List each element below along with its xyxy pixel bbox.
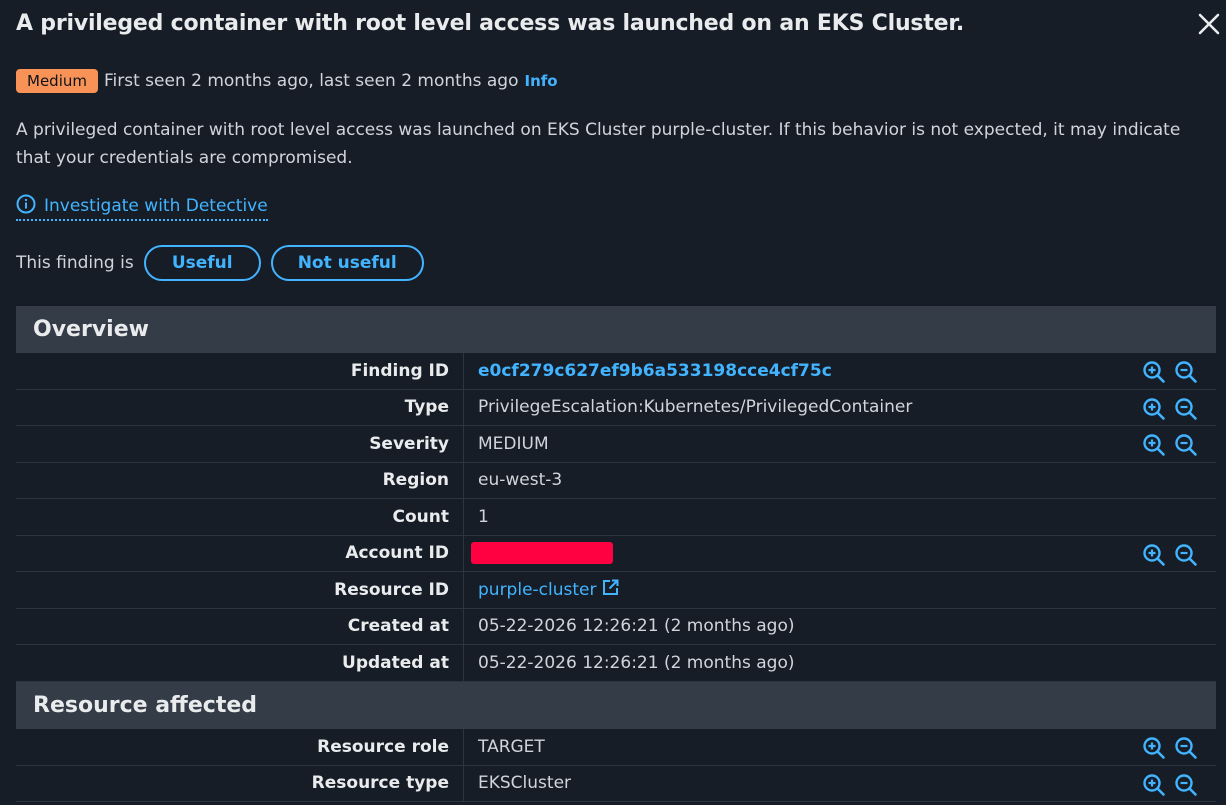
zoom-out-icon[interactable]	[1174, 773, 1198, 797]
row-value: 05-22-2026 12:26:21 (2 months ago)	[478, 616, 795, 637]
row-label: Resource ID	[16, 572, 464, 608]
resource-affected-header: Resource affected	[16, 682, 1216, 729]
external-link-icon	[602, 579, 619, 601]
redacted-account-id	[471, 542, 613, 565]
zoom-in-icon[interactable]	[1142, 736, 1166, 760]
resource-affected-table: Resource role TARGET Resource type EKSCl…	[16, 729, 1216, 802]
table-row: Severity MEDIUM	[16, 426, 1216, 463]
table-row: Count 1	[16, 499, 1216, 536]
row-label: Resource type	[16, 765, 464, 801]
filter-actions	[1142, 773, 1198, 797]
row-value: 1	[478, 506, 489, 527]
zoom-in-icon[interactable]	[1142, 397, 1166, 421]
table-row: Resource role TARGET	[16, 729, 1216, 766]
filter-actions	[1142, 397, 1198, 421]
filter-actions	[1142, 736, 1198, 760]
table-row: Resource ID purple-cluster	[16, 572, 1216, 609]
zoom-in-icon[interactable]	[1142, 360, 1166, 384]
row-value: TARGET	[478, 736, 545, 757]
filter-actions	[1142, 360, 1198, 384]
row-label: Severity	[16, 426, 464, 462]
filter-actions	[1142, 433, 1198, 457]
feedback-prompt: This finding is	[16, 253, 134, 273]
zoom-in-icon[interactable]	[1142, 433, 1166, 457]
feedback-bar: This finding is Useful Not useful	[16, 243, 424, 283]
finding-description: A privileged container with root level a…	[16, 120, 1181, 168]
useful-button[interactable]: Useful	[143, 245, 261, 281]
zoom-out-icon[interactable]	[1174, 360, 1198, 384]
not-useful-button[interactable]: Not useful	[270, 245, 424, 281]
row-value: EKSCluster	[478, 773, 572, 794]
zoom-in-icon[interactable]	[1142, 543, 1166, 567]
finding-meta: Medium First seen 2 months ago, last see…	[16, 67, 558, 94]
table-row: Type PrivilegeEscalation:Kubernetes/Priv…	[16, 389, 1216, 426]
row-value: MEDIUM	[478, 433, 549, 454]
zoom-out-icon[interactable]	[1174, 543, 1198, 567]
overview-table: Finding ID e0cf279c627ef9b6a533198cce4cf…	[16, 353, 1216, 682]
resource-id-text: purple-cluster	[478, 579, 597, 600]
close-icon[interactable]	[1196, 11, 1222, 37]
row-label: Region	[16, 462, 464, 498]
table-row: Created at 05-22-2026 12:26:21 (2 months…	[16, 608, 1216, 645]
table-row: Region eu-west-3	[16, 462, 1216, 499]
row-label: Type	[16, 389, 464, 425]
row-value: PrivilegeEscalation:Kubernetes/Privilege…	[478, 397, 913, 418]
investigate-label: Investigate with Detective	[44, 196, 268, 216]
row-label: Finding ID	[16, 353, 464, 389]
finding-title: A privileged container with root level a…	[16, 11, 965, 36]
severity-badge: Medium	[16, 68, 98, 93]
finding-id-link[interactable]: e0cf279c627ef9b6a533198cce4cf75c	[464, 361, 832, 381]
zoom-out-icon[interactable]	[1174, 736, 1198, 760]
investigate-with-detective-link[interactable]: Investigate with Detective	[16, 194, 268, 221]
row-value: eu-west-3	[478, 470, 563, 491]
row-label: Updated at	[16, 645, 464, 681]
overview-header: Overview	[16, 306, 1216, 353]
row-label: Resource role	[16, 729, 464, 765]
row-value: 05-22-2026 12:26:21 (2 months ago)	[478, 652, 795, 673]
table-row: Updated at 05-22-2026 12:26:21 (2 months…	[16, 645, 1216, 682]
row-label: Count	[16, 499, 464, 535]
resource-id-link[interactable]: purple-cluster	[464, 579, 619, 601]
table-row: Account ID	[16, 535, 1216, 572]
table-row: Finding ID e0cf279c627ef9b6a533198cce4cf…	[16, 353, 1216, 390]
zoom-out-icon[interactable]	[1174, 397, 1198, 421]
info-circle-icon	[16, 194, 44, 219]
zoom-out-icon[interactable]	[1174, 433, 1198, 457]
row-label: Created at	[16, 608, 464, 644]
seen-text: First seen 2 months ago, last seen 2 mon…	[103, 70, 519, 91]
row-value	[464, 542, 613, 565]
info-link[interactable]: Info	[524, 72, 557, 90]
zoom-in-icon[interactable]	[1142, 773, 1166, 797]
table-row: Resource type EKSCluster	[16, 765, 1216, 802]
filter-actions	[1142, 543, 1198, 567]
row-label: Account ID	[16, 535, 464, 571]
